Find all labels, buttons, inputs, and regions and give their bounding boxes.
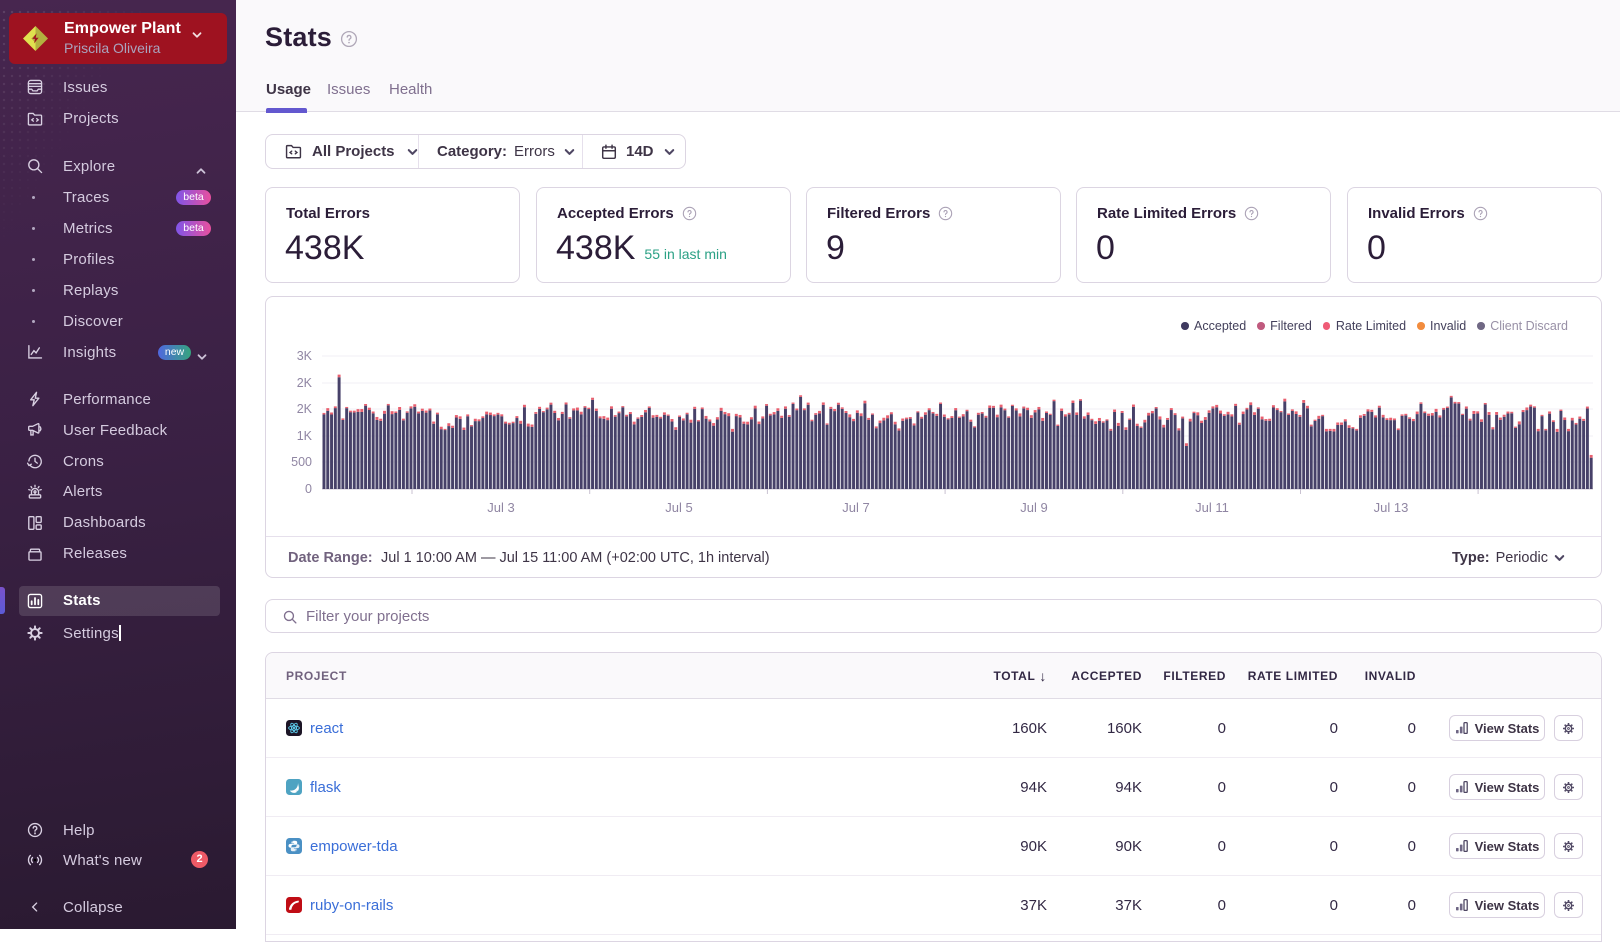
svg-text:1K: 1K bbox=[297, 429, 313, 443]
svg-text:Jul 5: Jul 5 bbox=[665, 500, 692, 515]
svg-text:Jul 3: Jul 3 bbox=[487, 500, 514, 515]
svg-text:2K: 2K bbox=[297, 402, 313, 416]
svg-text:Jul 13: Jul 13 bbox=[1374, 500, 1409, 515]
svg-text:Jul 11: Jul 11 bbox=[1195, 500, 1229, 515]
svg-text:500: 500 bbox=[291, 455, 312, 469]
svg-text:Jul 9: Jul 9 bbox=[1020, 500, 1047, 515]
svg-text:3K: 3K bbox=[297, 349, 313, 363]
svg-text:0: 0 bbox=[305, 482, 312, 496]
svg-text:Jul 7: Jul 7 bbox=[842, 500, 869, 515]
svg-text:2K: 2K bbox=[297, 376, 313, 390]
